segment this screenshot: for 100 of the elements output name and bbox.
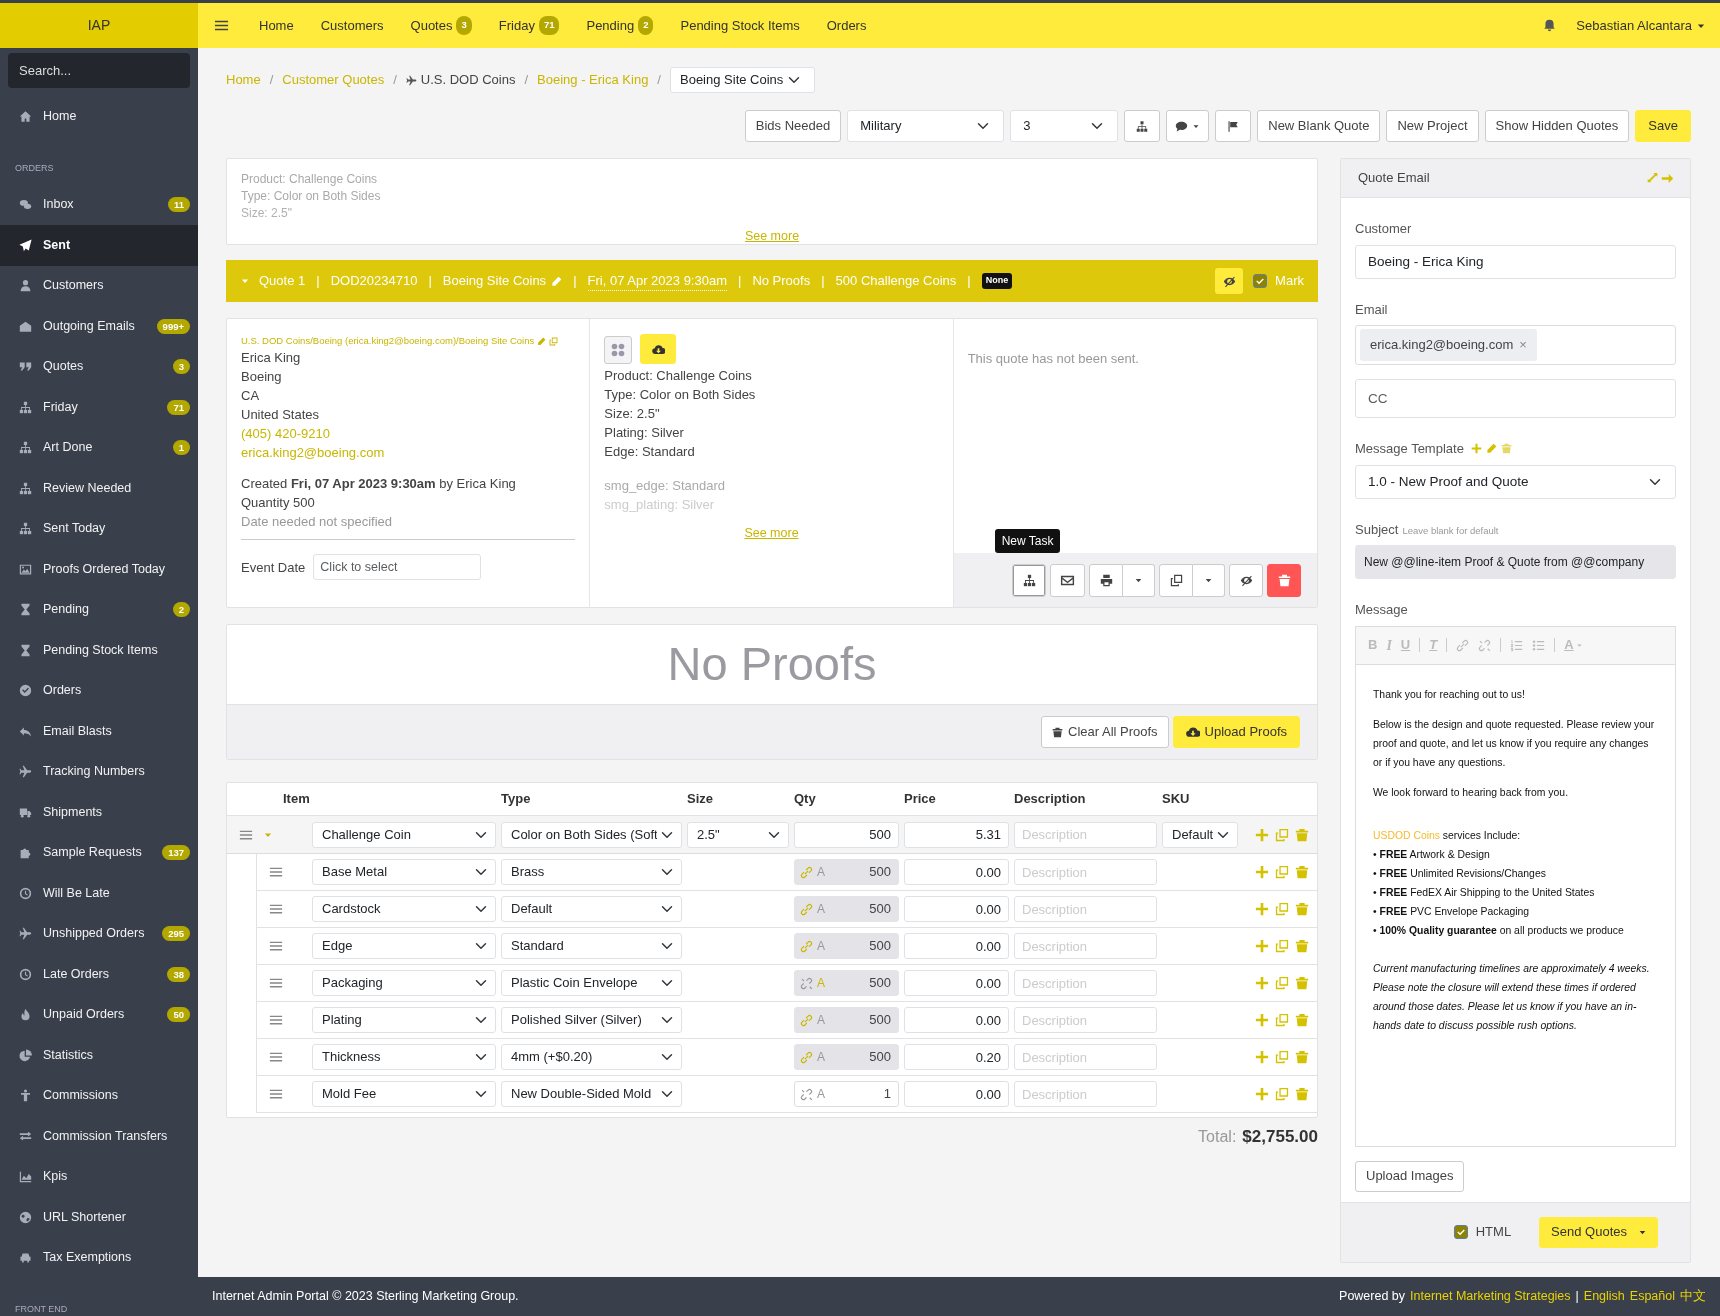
quantity-field[interactable]: A 500: [794, 1007, 899, 1033]
nav-link[interactable]: Customers: [320, 15, 384, 36]
item-select[interactable]: Mold Fee: [312, 1081, 496, 1107]
item-select[interactable]: Plating: [312, 1007, 496, 1033]
size-select[interactable]: 2.5": [687, 821, 789, 848]
type-select[interactable]: Color on Both Sides (Soft: [501, 821, 682, 848]
nav-link[interactable]: Home: [259, 15, 294, 36]
toolbar-select[interactable]: Military: [847, 110, 1005, 142]
sidebar-item[interactable]: Inbox 11: [0, 184, 198, 225]
template-select[interactable]: 1.0 - New Proof and Quote: [1355, 464, 1676, 499]
search-field[interactable]: Search...: [8, 53, 190, 88]
item-select[interactable]: Cardstock: [312, 896, 496, 922]
type-select[interactable]: Brass: [501, 859, 682, 885]
sidebar-item[interactable]: Sample Requests 137: [0, 832, 198, 873]
copy-button[interactable]: [1159, 563, 1193, 597]
sidebar-item[interactable]: Friday 71: [0, 387, 198, 428]
nav-link[interactable]: Orders: [826, 15, 867, 36]
comment-button[interactable]: [1166, 110, 1210, 142]
send-quotes-button[interactable]: Send Quotes: [1539, 1216, 1658, 1248]
subject-field[interactable]: New @@line-item Proof & Quote from @@company: [1355, 545, 1676, 579]
sidebar-item[interactable]: Statistics: [0, 1035, 198, 1076]
nav-link[interactable]: Pending Stock Items: [680, 15, 800, 36]
sidebar-item[interactable]: Sent: [0, 225, 198, 266]
site-select[interactable]: Boeing Site Coins: [670, 67, 815, 93]
sidebar-item[interactable]: Outgoing Emails 999+: [0, 306, 198, 347]
app-logo[interactable]: IAP: [0, 3, 198, 48]
nav-link[interactable]: Pending 2: [586, 15, 654, 36]
sku-select[interactable]: Default: [1162, 821, 1238, 848]
quantity-field[interactable]: A 500: [794, 896, 899, 922]
sidebar-item[interactable]: Pending 2: [0, 589, 198, 630]
item-select[interactable]: Base Metal: [312, 859, 496, 885]
tasks-button[interactable]: [1124, 110, 1161, 142]
notifications-button[interactable]: [1543, 19, 1557, 32]
price-field[interactable]: 0.00: [904, 859, 1009, 885]
type-select[interactable]: Standard: [501, 933, 682, 959]
hide-button[interactable]: [1229, 563, 1263, 597]
sidebar-item[interactable]: Email Blasts: [0, 711, 198, 752]
user-menu[interactable]: Sebastian Alcantara: [1576, 15, 1706, 36]
options-button[interactable]: [604, 336, 633, 364]
print-button[interactable]: [1089, 563, 1123, 597]
toolbar-button[interactable]: Bids Needed: [744, 110, 842, 142]
item-select[interactable]: Challenge Coin: [312, 821, 496, 848]
quantity-field[interactable]: A 500: [794, 970, 899, 996]
upload-proofs-button[interactable]: Upload Proofs: [1172, 716, 1300, 748]
price-field[interactable]: 5.31: [904, 821, 1009, 848]
type-select[interactable]: Polished Silver (Silver): [501, 1007, 682, 1033]
toolbar-button[interactable]: New Project: [1386, 110, 1479, 142]
cc-field[interactable]: CC: [1355, 379, 1676, 418]
sidebar-item[interactable]: Customers: [0, 265, 198, 306]
item-select[interactable]: Edge: [312, 933, 496, 959]
quantity-field[interactable]: A 500: [794, 859, 899, 885]
language-link[interactable]: 中文: [1680, 1287, 1706, 1306]
sidebar-item[interactable]: Orders: [0, 670, 198, 711]
new-task-button[interactable]: [1012, 563, 1046, 597]
sidebar-item[interactable]: Commissions: [0, 1075, 198, 1116]
price-field[interactable]: 0.00: [904, 933, 1009, 959]
flag-button[interactable]: [1215, 110, 1252, 142]
sidebar-item[interactable]: Commission Transfers: [0, 1116, 198, 1157]
quantity-field[interactable]: A 500: [794, 1044, 899, 1070]
quantity-field[interactable]: 500: [794, 821, 899, 848]
type-select[interactable]: Default: [501, 896, 682, 922]
download-button[interactable]: [640, 334, 677, 364]
hide-button[interactable]: [1215, 268, 1244, 294]
sidebar-item[interactable]: Tax Exemptions: [0, 1237, 198, 1278]
sidebar-item[interactable]: Proofs Ordered Today: [0, 549, 198, 590]
sidebar-item[interactable]: Review Needed: [0, 468, 198, 509]
sidebar-item[interactable]: Home: [0, 96, 198, 137]
email-field[interactable]: erica.king2@boeing.com ×: [1355, 325, 1676, 365]
nav-link[interactable]: Quotes 3: [410, 15, 472, 36]
type-select[interactable]: New Double-Sided Mold: [501, 1081, 682, 1107]
toolbar-select[interactable]: 3: [1010, 110, 1119, 142]
toolbar-button[interactable]: New Blank Quote: [1257, 110, 1381, 142]
sidebar-item[interactable]: Late Orders 38: [0, 954, 198, 995]
language-link[interactable]: Español: [1629, 1287, 1675, 1306]
language-link[interactable]: English: [1583, 1287, 1625, 1306]
sidebar-item[interactable]: Tracking Numbers: [0, 751, 198, 792]
sidebar-item[interactable]: Unshipped Orders 295: [0, 913, 198, 954]
type-select[interactable]: Plastic Coin Envelope: [501, 970, 682, 996]
sidebar-item[interactable]: Sent Today: [0, 508, 198, 549]
mark-checkbox[interactable]: [1253, 274, 1268, 288]
item-select[interactable]: Thickness: [312, 1044, 496, 1070]
quantity-field[interactable]: A 500: [794, 933, 899, 959]
price-field[interactable]: 0.00: [904, 896, 1009, 922]
quantity-field[interactable]: A 1: [794, 1081, 899, 1107]
sidebar-item[interactable]: Shipments: [0, 792, 198, 833]
sidebar-item[interactable]: Kpis: [0, 1156, 198, 1197]
email-button[interactable]: [1050, 563, 1085, 597]
sidebar-item[interactable]: Unpaid Orders 50: [0, 994, 198, 1035]
email-tag[interactable]: erica.king2@boeing.com ×: [1360, 329, 1537, 361]
sidebar-item[interactable]: URL Shortener: [0, 1197, 198, 1238]
nav-link[interactable]: Friday 71: [498, 15, 560, 36]
dropdown-toggle[interactable]: [1193, 563, 1225, 597]
customer-field[interactable]: Boeing - Erica King: [1355, 244, 1676, 279]
price-field[interactable]: 0.20: [904, 1044, 1009, 1070]
html-checkbox[interactable]: [1453, 1225, 1468, 1239]
type-select[interactable]: 4mm (+$0.20): [501, 1044, 682, 1070]
price-field[interactable]: 0.00: [904, 1081, 1009, 1107]
price-field[interactable]: 0.00: [904, 970, 1009, 996]
company-link[interactable]: Internet Marketing Strategies: [1410, 1287, 1571, 1306]
item-select[interactable]: Packaging: [312, 970, 496, 996]
